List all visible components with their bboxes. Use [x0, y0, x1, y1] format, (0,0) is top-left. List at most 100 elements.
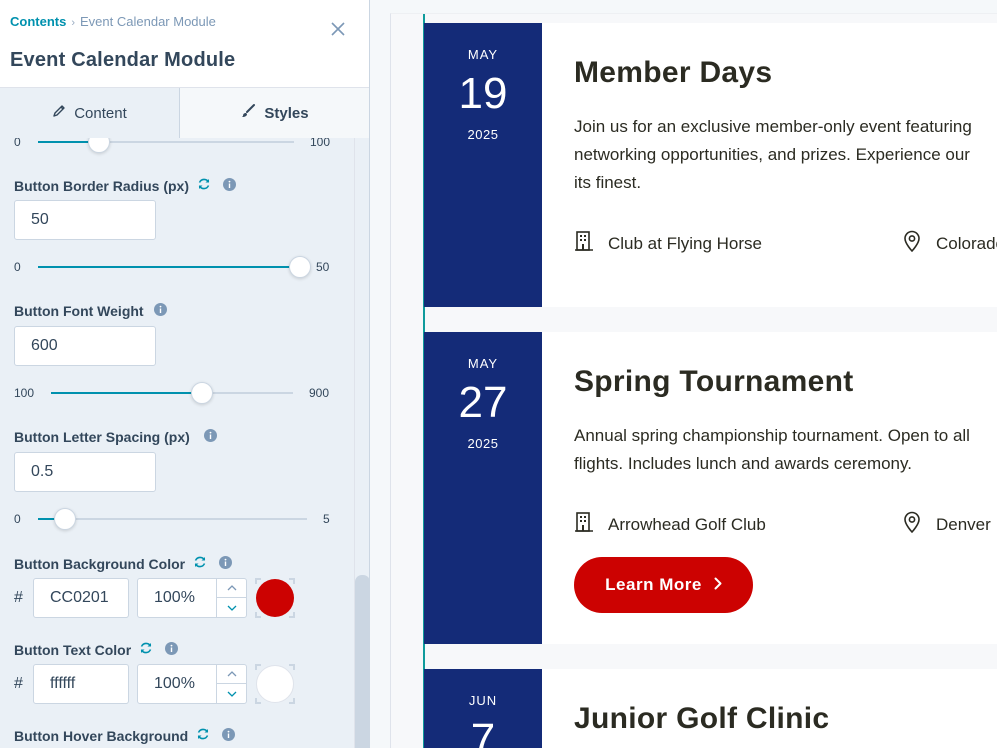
bg-color-swatch[interactable] [255, 578, 295, 618]
info-icon[interactable] [223, 177, 236, 194]
panel-header: Contents › Event Calendar Module Event Cal… [0, 0, 369, 88]
text-color-swatch[interactable] [255, 664, 295, 704]
text-color-hex-input[interactable]: ffffff [33, 664, 129, 704]
font-weight-label-text: Button Font Weight [14, 303, 144, 319]
panel-tabs: Content Styles [0, 88, 369, 138]
tab-content[interactable]: Content [0, 88, 180, 138]
event-description-line: its finest. [574, 173, 642, 192]
font-weight-label: Button Font Weight [14, 303, 167, 319]
slider-thumb[interactable] [88, 138, 111, 153]
chevron-down-icon[interactable] [217, 598, 246, 617]
font-weight-slider[interactable] [191, 382, 214, 404]
border-radius-label-text: Button Border Radius (px) [14, 177, 189, 194]
border-radius-max: 50 [316, 260, 330, 274]
bg-color-label: Button Background Color [14, 555, 233, 572]
event-venue-text: Arrowhead Golf Club [608, 514, 766, 534]
paintbrush-icon [240, 103, 264, 123]
event-year: 2025 [467, 436, 499, 451]
editor-panel: Contents › Event Calendar Module Event Cal… [0, 0, 370, 748]
tab-styles-label: Styles [264, 104, 309, 122]
opacity-stepper [216, 579, 246, 617]
border-radius-fill [38, 266, 300, 268]
color-swatch-fill [256, 665, 294, 703]
breadcrumb-current: Event Calendar Module [80, 14, 216, 29]
border-radius-label: Button Border Radius (px) [14, 177, 236, 194]
info-icon[interactable] [219, 555, 233, 572]
font-weight-input[interactable]: 600 [14, 326, 156, 366]
event-description-line: flights. Includes lunch and awards cerem… [574, 454, 912, 473]
event-description-line: Annual spring championship tournament. O… [574, 426, 970, 445]
event-day: 19 [458, 69, 508, 118]
event-title: Junior Golf Clinic [574, 702, 830, 735]
tab-styles[interactable]: Styles [180, 88, 369, 138]
text-color-label: Button Text Color [14, 641, 179, 658]
event-year: 2025 [467, 127, 499, 142]
preview-pane: MAY 19 2025 Member Days Join us for an e… [370, 0, 997, 748]
info-icon[interactable] [165, 641, 179, 658]
border-radius-min: 0 [14, 260, 21, 274]
refresh-icon[interactable] [197, 177, 211, 194]
event-month: MAY [467, 356, 499, 371]
chevron-up-icon[interactable] [217, 579, 246, 598]
border-radius-input[interactable]: 50 [14, 200, 156, 240]
refresh-icon[interactable] [196, 727, 210, 744]
info-icon[interactable] [222, 727, 236, 744]
breadcrumb: Contents › Event Calendar Module [10, 14, 216, 29]
font-weight-fill [51, 392, 203, 394]
building-icon [574, 511, 608, 538]
opacity-stepper [216, 665, 246, 703]
letter-spacing-track [38, 518, 307, 520]
close-icon[interactable] [329, 20, 347, 38]
letter-spacing-label-text: Button Letter Spacing (px) [14, 429, 190, 445]
letter-spacing-slider[interactable] [53, 508, 76, 530]
event-description: Join us for an exclusive member-only eve… [574, 113, 997, 197]
panel-title: Event Calendar Module [10, 49, 236, 71]
style-fields: 0 100 Button Border Radius (px) 50 0 50 … [0, 138, 354, 748]
font-weight-max: 900 [309, 386, 330, 400]
chevron-up-icon[interactable] [217, 665, 246, 684]
event-day: 7 [470, 715, 496, 748]
event-city-text: Denver [936, 514, 991, 534]
event-title: Member Days [574, 56, 773, 89]
hover-bg-label-text: Button Hover Background [14, 727, 189, 744]
event-venue: Club at Flying Horse [574, 230, 762, 257]
info-icon[interactable] [203, 429, 217, 445]
map-pin-icon [902, 230, 936, 257]
letter-spacing-max: 5 [323, 512, 330, 526]
event-date-block: MAY 27 2025 [424, 332, 542, 644]
border-radius-slider[interactable] [289, 256, 311, 278]
event-card: JUN 7 Junior Golf Clinic [424, 669, 997, 748]
color-swatch-fill [256, 579, 294, 617]
event-date-block: JUN 7 [424, 669, 542, 748]
letter-spacing-input[interactable]: 0.5 [14, 452, 156, 492]
chevron-down-icon[interactable] [217, 684, 246, 703]
bg-color-label-text: Button Background Color [14, 555, 186, 572]
text-color-opacity-input[interactable]: 100% [137, 664, 247, 704]
bg-color-opacity-input[interactable]: 100% [137, 578, 247, 618]
learn-more-button[interactable]: Learn More [574, 557, 753, 613]
letter-spacing-min: 0 [14, 512, 21, 526]
letter-spacing-label: Button Letter Spacing (px) [14, 429, 217, 445]
event-city: Colorado [902, 230, 997, 257]
refresh-icon[interactable] [193, 555, 207, 572]
text-color-opacity-value: 100% [154, 675, 195, 692]
event-card: MAY 27 2025 Spring Tournament Annual spr… [424, 332, 997, 644]
info-icon[interactable] [153, 303, 167, 319]
panel-scrollbar[interactable] [354, 138, 369, 748]
breadcrumb-link-contents[interactable]: Contents [10, 14, 66, 29]
event-city: Denver [902, 511, 991, 538]
refresh-icon[interactable] [139, 641, 153, 658]
hover-bg-label: Button Hover Background [14, 727, 236, 744]
bg-color-opacity-value: 100% [154, 589, 195, 606]
event-date-block: MAY 19 2025 [424, 23, 542, 307]
bg-color-hex-input[interactable]: CC0201 [33, 578, 129, 618]
chevron-right-icon [702, 575, 722, 595]
chevron-right-icon: › [71, 17, 76, 29]
hash-label: # [14, 675, 23, 692]
hash-label: # [14, 589, 23, 606]
event-month: MAY [467, 47, 499, 62]
text-color-label-text: Button Text Color [14, 641, 132, 658]
scrollbar-thumb[interactable] [355, 575, 369, 748]
font-weight-min: 100 [14, 386, 35, 400]
event-day: 27 [458, 378, 508, 427]
